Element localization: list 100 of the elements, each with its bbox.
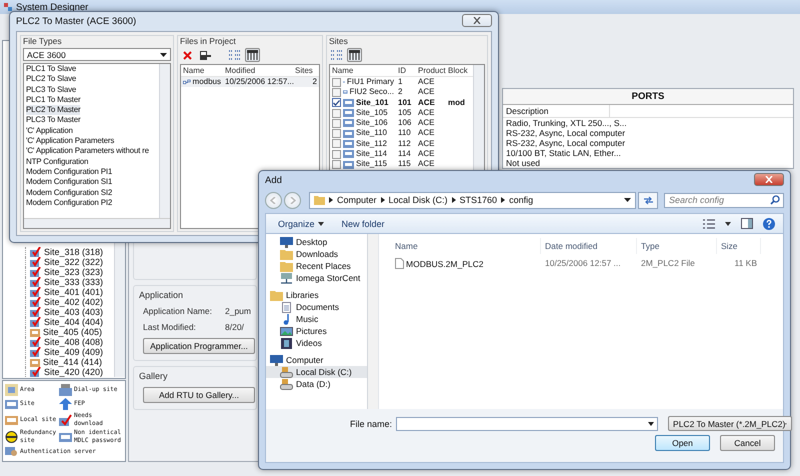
view-options-icon[interactable] xyxy=(703,218,715,228)
checkbox[interactable] xyxy=(332,118,341,128)
column-header[interactable]: Description xyxy=(503,105,610,117)
column-header[interactable]: Type xyxy=(637,238,717,254)
cancel-button[interactable]: Cancel xyxy=(720,435,775,451)
list-item[interactable]: 'C' Application Parameters xyxy=(26,136,114,146)
site-needs-download-icon xyxy=(30,247,41,257)
table-cell: Site_112 xyxy=(356,138,387,150)
nav-item[interactable]: Pictures xyxy=(266,325,367,337)
scrollbar[interactable] xyxy=(159,64,170,218)
list-view-button[interactable] xyxy=(227,48,242,62)
breadcrumb-item[interactable]: config xyxy=(509,195,534,205)
nav-item[interactable]: Iomega StorCent xyxy=(266,272,367,284)
search-field[interactable]: Search config xyxy=(664,192,784,208)
breadcrumb-item[interactable]: Computer xyxy=(337,195,377,205)
close-icon xyxy=(765,176,773,183)
file-row[interactable]: MODBUS.2M_PLC2 10/25/2006 12:57 ... 2M_PLC2 File 11 KB xyxy=(391,258,783,269)
check-site-icon xyxy=(59,414,72,426)
column-header[interactable]: Name xyxy=(330,65,396,76)
column-header[interactable]: ID xyxy=(396,65,416,76)
table-cell-text: 1 xyxy=(397,77,404,88)
list-item[interactable]: PLC1 To Slave xyxy=(26,64,76,74)
checkbox[interactable] xyxy=(332,78,341,87)
details-view-button[interactable] xyxy=(245,48,260,62)
nav-item[interactable]: Computer xyxy=(266,354,367,366)
refresh-button[interactable] xyxy=(638,192,658,208)
close-button[interactable] xyxy=(754,173,784,186)
column-header[interactable]: Sites xyxy=(293,65,319,76)
column-header[interactable]: Product xyxy=(416,65,446,76)
folder-icon xyxy=(280,248,293,260)
export-button[interactable] xyxy=(198,48,213,62)
preview-pane-icon[interactable] xyxy=(741,218,753,229)
column-header[interactable]: Name xyxy=(391,238,541,254)
details-view-button[interactable] xyxy=(347,48,362,62)
dropdown-arrow-icon[interactable] xyxy=(725,222,731,226)
dropdown-arrow-icon[interactable] xyxy=(648,422,654,426)
film-icon xyxy=(280,338,293,348)
list-item[interactable]: 'C' Application Parameters without re xyxy=(26,146,149,157)
list-item[interactable]: Modem Configuration SI2 xyxy=(26,188,112,198)
checkbox[interactable] xyxy=(332,150,341,159)
file-type-dropdown[interactable]: ACE 3600 xyxy=(23,48,171,61)
details-view-icon xyxy=(247,50,258,60)
site-icon xyxy=(343,140,354,148)
list-item[interactable]: NTP Configuration xyxy=(26,156,88,167)
file-row[interactable]: modbus 10/25/2006 12:57... 2 xyxy=(181,77,319,88)
nav-item[interactable]: Desktop xyxy=(266,236,367,248)
list-item[interactable]: Modem Configuration PI2 xyxy=(26,198,112,208)
list-item[interactable]: Modem Configuration PI1 xyxy=(26,166,112,178)
local-site-icon xyxy=(5,414,18,426)
help-icon[interactable] xyxy=(763,218,775,230)
field-value: 8/20/ xyxy=(225,322,244,332)
address-bar[interactable]: Computer Local Disk (C:) STS1760 config xyxy=(309,192,636,208)
nav-item[interactable]: Documents xyxy=(266,301,367,313)
list-item[interactable]: PLC3 To Master xyxy=(26,115,80,126)
breadcrumb-item[interactable]: Local Disk (C:) xyxy=(388,195,448,205)
column-header[interactable]: Block xyxy=(446,65,473,76)
list-item[interactable]: PLC3 To Slave xyxy=(26,84,76,95)
nav-item[interactable]: Libraries xyxy=(266,289,367,301)
application-programmer-button[interactable]: Application Programmer... xyxy=(143,338,255,354)
file-name-field[interactable] xyxy=(396,416,658,430)
checkbox[interactable] xyxy=(332,98,341,108)
checkbox[interactable] xyxy=(332,108,341,118)
dropdown-arrow-icon xyxy=(624,198,631,202)
forward-button[interactable] xyxy=(284,192,301,208)
nav-item[interactable]: Data (D:) xyxy=(266,378,367,390)
table-cell-text: ACE xyxy=(417,138,436,150)
checkbox[interactable] xyxy=(332,139,341,148)
new-folder-button[interactable]: New folder xyxy=(338,216,389,230)
site-icon xyxy=(343,130,354,138)
breadcrumb-item[interactable]: STS1760 xyxy=(460,195,498,205)
column-header[interactable]: Name xyxy=(181,65,223,76)
file-type-dropdown[interactable]: PLC2 To Master (*.2M_PLC2) xyxy=(668,416,792,431)
site-icon xyxy=(343,119,354,128)
scrollbar[interactable] xyxy=(367,234,378,409)
chevron-icon xyxy=(329,197,333,203)
list-item[interactable]: PLC2 To Master xyxy=(26,105,80,116)
list-item[interactable]: 'C' Application xyxy=(26,126,73,136)
list-item[interactable]: PLC2 To Slave xyxy=(26,74,76,85)
back-button[interactable] xyxy=(265,192,282,208)
column-header[interactable]: Modified xyxy=(223,65,293,76)
nav-item[interactable]: Videos xyxy=(266,337,367,349)
column-header[interactable]: Date modified xyxy=(541,238,637,254)
nav-item[interactable]: Local Disk (C:) xyxy=(266,366,367,378)
open-button[interactable]: Open xyxy=(655,435,710,451)
nav-item[interactable]: Music xyxy=(266,313,367,325)
close-button[interactable] xyxy=(462,14,492,27)
checkbox[interactable] xyxy=(332,129,341,138)
scrollbar[interactable] xyxy=(24,218,170,228)
nav-item[interactable]: Recent Places xyxy=(266,260,367,272)
checkbox[interactable] xyxy=(332,160,341,170)
nav-item[interactable]: Downloads xyxy=(266,248,367,260)
list-item[interactable]: PLC1 To Master xyxy=(26,94,80,106)
organize-menu[interactable]: Organize xyxy=(274,216,328,230)
add-to-gallery-button[interactable]: Add RTU to Gallery... xyxy=(143,387,255,403)
table-cell-text: ACE xyxy=(417,87,436,98)
list-view-button[interactable] xyxy=(329,48,344,62)
site-icon xyxy=(343,160,354,169)
list-item[interactable]: Modem Configuration SI1 xyxy=(26,177,112,188)
checkbox[interactable] xyxy=(332,88,341,97)
column-header[interactable]: Size xyxy=(717,238,761,254)
